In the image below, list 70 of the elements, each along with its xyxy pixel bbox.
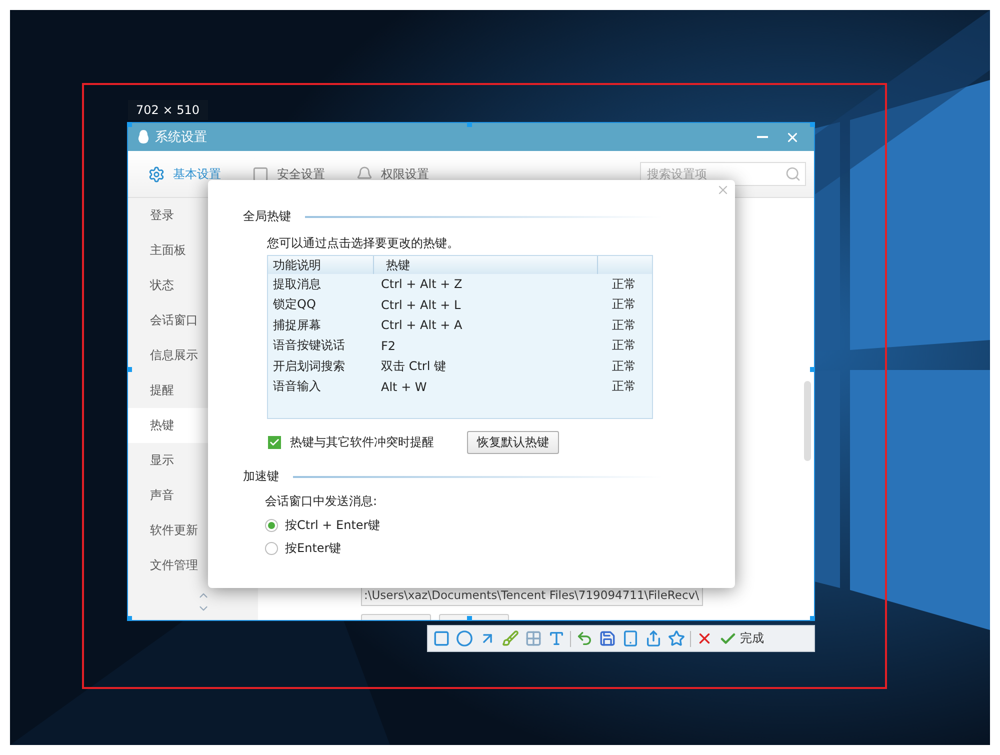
table-cell-text: F2 [381, 338, 397, 353]
mosaic-tool-button[interactable] [524, 630, 543, 647]
table-cell-text: Alt + W [381, 380, 428, 394]
save-button[interactable] [598, 630, 617, 647]
close-icon [716, 183, 730, 197]
checkbox-label: 热键与其它软件冲突时提醒 [290, 434, 435, 451]
rectangle-tool-button[interactable] [432, 630, 451, 647]
ellipse-tool-button[interactable] [455, 630, 474, 647]
resize-handle[interactable] [467, 122, 472, 127]
search-icon [785, 166, 801, 182]
resize-handle[interactable] [127, 367, 132, 372]
text-tool-button[interactable] [547, 630, 566, 647]
table-cell-text: 正常 [611, 316, 637, 334]
table-cell-text: 正常 [611, 358, 637, 375]
restore-button[interactable]: 恢复默认热键 [467, 431, 559, 454]
table-cell-text: Ctrl + Alt + Z [381, 277, 464, 292]
undo-button[interactable] [575, 630, 594, 647]
resize-handle[interactable] [127, 122, 132, 127]
hint-text: 您可以通过点击选择要更改的热键。 [267, 235, 460, 252]
gear-icon [148, 166, 165, 182]
table-cell-text: Ctrl + Alt + A [381, 318, 464, 332]
size-label: 702 × 510 [128, 100, 208, 120]
rectangle-tool-icon [433, 630, 450, 647]
section-title: 全局热键 [243, 208, 291, 225]
table-cell-text: 提取消息 [272, 276, 322, 293]
column-header: 热键 [374, 256, 598, 274]
text-tool-icon [548, 630, 565, 647]
resize-handle[interactable] [810, 616, 815, 621]
resize-handle[interactable] [810, 122, 815, 127]
resize-handle[interactable] [467, 616, 472, 621]
settings-tab[interactable]: 权限设置 [356, 166, 460, 182]
radio-button[interactable] [265, 519, 278, 532]
minimize-icon [756, 136, 768, 138]
done-button[interactable]: 完成 [718, 630, 765, 648]
brush-tool-icon [502, 630, 519, 647]
section-title: 加速键 [243, 468, 279, 485]
scrollbar[interactable] [804, 381, 811, 461]
brush-tool-button[interactable] [501, 630, 520, 647]
radio-label: 按Ctrl + Enter键 [285, 517, 380, 534]
table-cell-text: 正常 [611, 337, 637, 354]
table-cell-text: Ctrl + Alt + L [381, 298, 462, 312]
table-cell-text: 语音按键说话 [272, 337, 346, 354]
table-cell-text: 语音输入 [272, 378, 322, 396]
tablet-icon [622, 630, 639, 647]
option-label: 会话窗口中发送消息: [265, 493, 378, 510]
share-icon [645, 630, 662, 647]
window-title: 系统设置 [155, 129, 208, 146]
table-cell-text: 锁定QQ [272, 296, 317, 314]
table-cell-text: 正常 [611, 276, 637, 293]
share-button[interactable] [644, 630, 663, 647]
table-cell-text: 开启划词搜索 [272, 358, 346, 375]
star-icon [668, 630, 685, 647]
table-cell-text: 正常 [611, 378, 637, 396]
star-button[interactable] [667, 630, 686, 647]
ellipse-tool-icon [456, 630, 473, 647]
close-button[interactable] [716, 183, 730, 197]
table-cell-text: 正常 [611, 296, 637, 314]
radio-label: 按Enter键 [285, 540, 342, 557]
checkbox[interactable] [268, 436, 281, 449]
radio-button[interactable] [265, 542, 278, 555]
mosaic-tool-icon [525, 630, 542, 647]
resize-handle[interactable] [810, 367, 815, 372]
table-cell-text: 捕捉屏幕 [272, 316, 322, 334]
table-cell-text: 双击 Ctrl 键 [381, 358, 447, 375]
save-icon [599, 630, 616, 647]
resize-handle[interactable] [127, 616, 132, 621]
penguin-icon [138, 130, 149, 144]
column-header: 功能说明 [268, 256, 374, 274]
undo-icon [576, 630, 593, 647]
tablet-button[interactable] [621, 630, 640, 647]
